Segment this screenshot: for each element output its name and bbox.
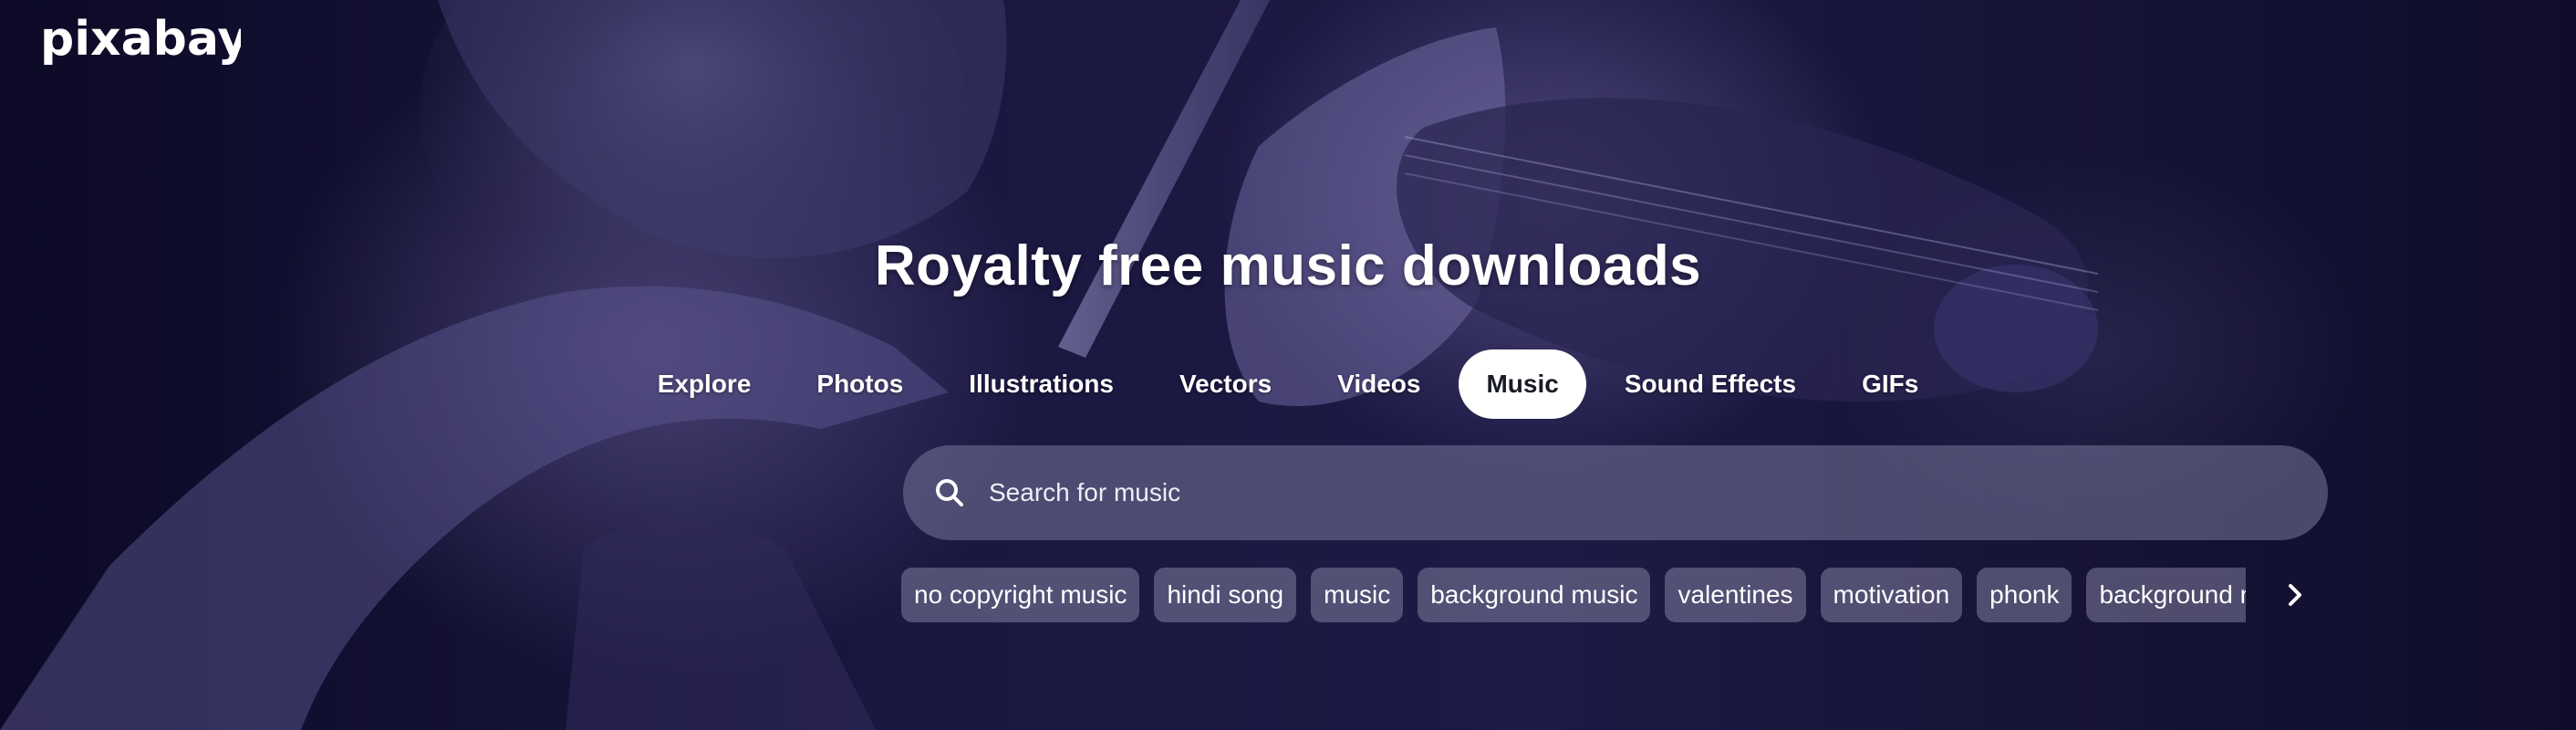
pixabay-logo[interactable]: pixabay xyxy=(40,7,241,71)
svg-text:pixabay: pixabay xyxy=(40,12,241,67)
tab-videos[interactable]: Videos xyxy=(1310,349,1448,419)
tab-vectors[interactable]: Vectors xyxy=(1152,349,1299,419)
media-type-tabs: Explore Photos Illustrations Vectors Vid… xyxy=(0,349,2576,419)
tab-photos[interactable]: Photos xyxy=(789,349,930,419)
tab-sound-effects[interactable]: Sound Effects xyxy=(1597,349,1823,419)
hero-section: pixabay Royalty free music downloads Exp… xyxy=(0,0,2576,730)
chip-music[interactable]: music xyxy=(1311,568,1404,622)
suggestion-chips: no copyright music hindi song music back… xyxy=(901,568,2246,622)
search-input[interactable] xyxy=(987,477,2297,508)
search-icon[interactable] xyxy=(934,477,965,508)
chip-valentines[interactable]: valentines xyxy=(1665,568,1806,622)
search-bar xyxy=(903,445,2328,540)
chip-background-music-2[interactable]: background music xyxy=(2086,568,2246,622)
chip-motivation[interactable]: motivation xyxy=(1820,568,1963,622)
chip-background-music[interactable]: background music xyxy=(1418,568,1651,622)
chip-phonk[interactable]: phonk xyxy=(1977,568,2072,622)
tab-music[interactable]: Music xyxy=(1459,349,1586,419)
chip-hindi-song[interactable]: hindi song xyxy=(1154,568,1297,622)
chips-next-button[interactable] xyxy=(2273,573,2317,617)
chevron-right-icon xyxy=(2289,584,2301,606)
chip-no-copyright-music[interactable]: no copyright music xyxy=(901,568,1140,622)
page-title: Royalty free music downloads xyxy=(874,235,1702,297)
tab-gifs[interactable]: GIFs xyxy=(1834,349,1946,419)
tab-illustrations[interactable]: Illustrations xyxy=(941,349,1141,419)
tab-explore[interactable]: Explore xyxy=(630,349,779,419)
